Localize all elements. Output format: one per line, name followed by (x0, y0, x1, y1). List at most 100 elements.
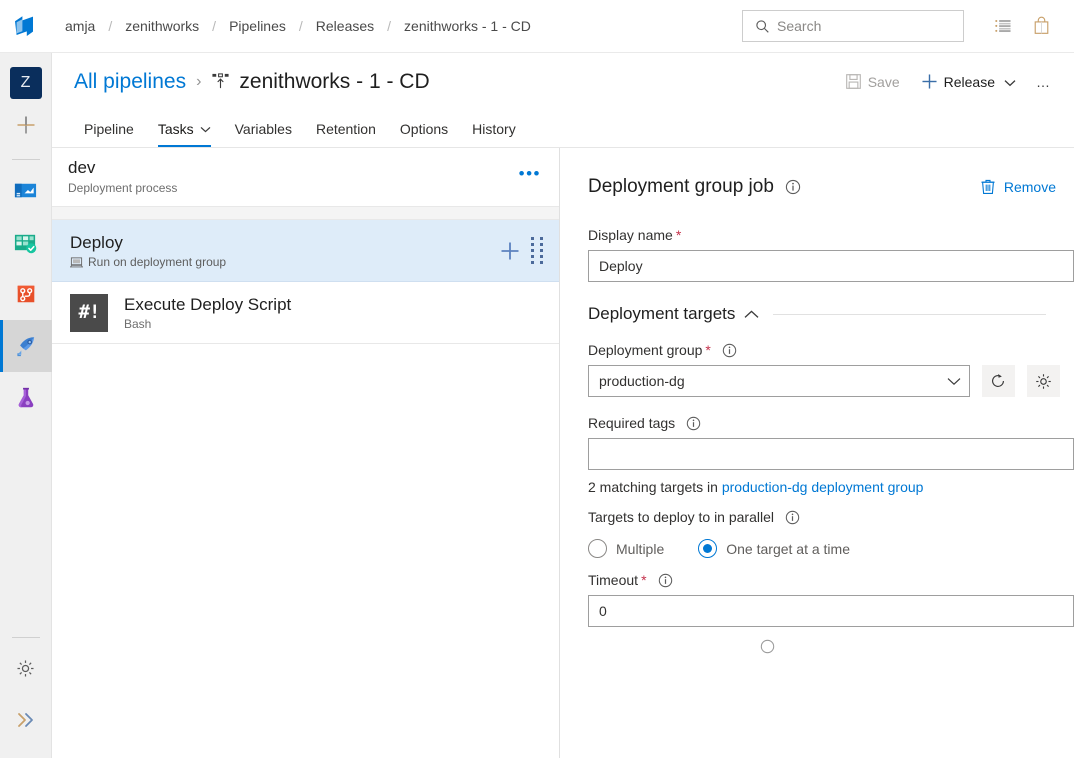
more-actions-button[interactable]: … (1028, 66, 1060, 98)
tab-label: History (472, 121, 516, 137)
info-icon[interactable] (785, 179, 801, 195)
refresh-icon (989, 372, 1007, 390)
parallel-targets-radio-group: Multiple One target at a time (588, 539, 1060, 558)
sidebar-item-pipelines[interactable] (0, 320, 52, 372)
task-name: Execute Deploy Script (124, 294, 291, 315)
drag-dot (540, 255, 543, 258)
job-detail-panel: Deployment group job (561, 148, 1074, 758)
tab-label: Variables (235, 121, 292, 137)
azure-devops-logo[interactable] (0, 0, 52, 53)
sidebar-item-boards[interactable] (0, 216, 52, 268)
required-tags-label: Required tags (588, 415, 1060, 431)
tab-retention[interactable]: Retention (304, 121, 388, 147)
parallel-targets-field-group: Targets to deploy to in parallel Multipl… (588, 509, 1060, 558)
drag-dot (531, 261, 534, 264)
deployment-process-row[interactable]: dev Deployment process ••• (52, 148, 559, 207)
process-more-button[interactable]: ••• (519, 165, 541, 182)
left-rail: Z (0, 53, 52, 758)
tab-variables[interactable]: Variables (223, 121, 304, 147)
process-subtitle: Deployment process (68, 181, 177, 195)
more-ellipsis-icon: … (1036, 74, 1052, 90)
process-name: dev (68, 158, 177, 178)
remove-button[interactable]: Remove (976, 174, 1060, 199)
breadcrumb-separator: / (299, 18, 303, 34)
label-text: Display name (588, 227, 673, 243)
refresh-button[interactable] (982, 365, 1015, 397)
top-bar: amja / zenithworks / Pipelines / Release… (0, 0, 1074, 53)
display-name-input[interactable]: Deploy (588, 250, 1074, 282)
sidebar-item-test-plans[interactable] (0, 372, 52, 424)
rail-bottom-group (0, 629, 52, 758)
breadcrumb-item-org[interactable]: amja (63, 16, 97, 36)
overview-icon (13, 178, 38, 203)
tab-label: Pipeline (84, 121, 134, 137)
deployment-group-link[interactable]: production-dg deployment group (722, 479, 924, 495)
remove-label: Remove (1004, 179, 1056, 195)
task-row[interactable]: #! Execute Deploy Script Bash (52, 282, 559, 344)
gear-icon (1034, 372, 1053, 391)
info-icon[interactable] (785, 510, 800, 525)
info-icon[interactable] (722, 343, 737, 358)
sidebar-item-new[interactable] (0, 99, 52, 151)
release-label: Release (944, 74, 995, 90)
project-settings-gear-icon[interactable] (0, 642, 52, 694)
breadcrumb-item-pipelines[interactable]: Pipelines (227, 16, 288, 36)
tab-history[interactable]: History (460, 121, 528, 147)
test-plans-icon (14, 386, 38, 410)
backlog-list-icon[interactable] (984, 7, 1022, 45)
drag-dot (540, 237, 543, 240)
chevron-up-icon[interactable] (744, 310, 759, 319)
expand-chevrons-icon[interactable] (0, 694, 52, 746)
manage-deployment-group-button[interactable] (1027, 365, 1060, 397)
tab-tasks[interactable]: Tasks (146, 121, 223, 147)
next-field-info-icon-partial (588, 639, 1060, 654)
boards-icon (13, 230, 38, 255)
deployment-targets-section-header[interactable]: Deployment targets (588, 304, 1060, 324)
breadcrumb-item-project[interactable]: zenithworks (123, 16, 201, 36)
breadcrumb-item-releases[interactable]: Releases (314, 16, 376, 36)
deployment-group-dropdown[interactable]: production-dg (588, 365, 970, 397)
marketplace-bag-icon[interactable] (1022, 7, 1060, 45)
info-icon[interactable] (686, 416, 701, 431)
job-subtitle-wrap: Run on deployment group (70, 255, 495, 269)
sidebar-item-overview[interactable] (0, 164, 52, 216)
add-task-button[interactable] (495, 236, 525, 266)
repos-icon (14, 282, 38, 306)
task-subtitle: Bash (124, 317, 291, 331)
matching-targets-text: 2 matching targets in production-dg depl… (588, 479, 1060, 495)
bash-task-icon: #! (70, 294, 108, 332)
radio-option-one-at-a-time[interactable]: One target at a time (698, 539, 850, 558)
info-icon[interactable] (658, 573, 673, 588)
label-text: Targets to deploy to in parallel (588, 509, 774, 525)
required-tags-input[interactable] (588, 438, 1074, 470)
breadcrumb-separator: / (108, 18, 112, 34)
drag-dot (531, 237, 534, 240)
plus-icon (499, 240, 521, 262)
project-avatar[interactable]: Z (10, 67, 42, 99)
radio-label: Multiple (616, 541, 664, 557)
info-icon[interactable] (760, 639, 775, 654)
job-row-deploy[interactable]: Deploy Run on deployment group (52, 220, 559, 282)
create-release-button[interactable]: Release (912, 66, 1024, 98)
save-button[interactable]: Save (837, 66, 908, 98)
timeout-input[interactable]: 0 (588, 595, 1074, 627)
breadcrumb-separator: / (387, 18, 391, 34)
detail-title: Deployment group job (588, 176, 774, 198)
tab-options[interactable]: Options (388, 121, 460, 147)
drag-dot (540, 261, 543, 264)
all-pipelines-link[interactable]: All pipelines (74, 70, 186, 94)
bash-icon-glyph: #! (79, 303, 100, 322)
pipelines-icon (13, 334, 38, 359)
save-icon (845, 73, 862, 90)
tab-pipeline[interactable]: Pipeline (72, 121, 146, 147)
job-text: Deploy Run on deployment group (70, 232, 495, 269)
tab-label: Tasks (158, 121, 194, 137)
detail-header: Deployment group job (588, 174, 1060, 199)
chevron-down-icon[interactable] (200, 126, 211, 133)
label-text: Timeout (588, 572, 638, 588)
drag-handle[interactable] (531, 237, 545, 264)
sidebar-item-repos[interactable] (0, 268, 52, 320)
search-input[interactable]: Search (742, 10, 964, 42)
radio-option-multiple[interactable]: Multiple (588, 539, 664, 558)
chevron-down-icon[interactable] (1004, 74, 1016, 90)
